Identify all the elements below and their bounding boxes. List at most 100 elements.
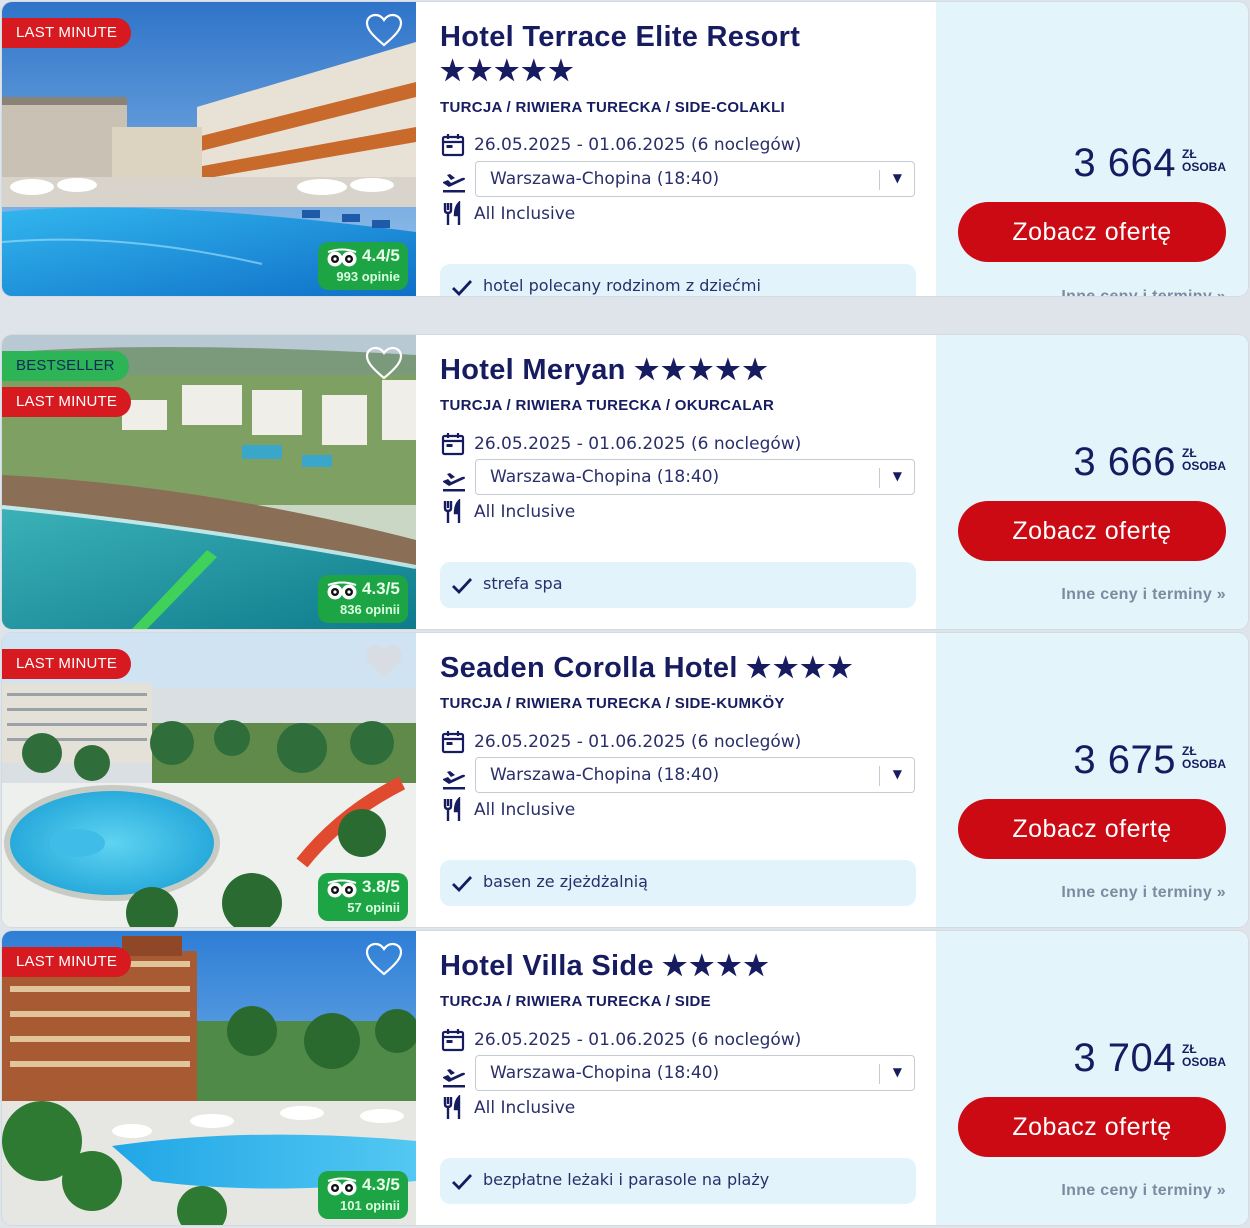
hotel-name[interactable]: Hotel Terrace Elite Resort ★★★★★ xyxy=(440,20,910,88)
cutlery-icon xyxy=(443,201,461,225)
board-type: All Inclusive xyxy=(474,502,576,522)
departure-select[interactable]: Warszawa-Chopina (18:40) ▼ xyxy=(475,459,915,495)
see-offer-button[interactable]: Zobacz ofertę xyxy=(958,799,1226,859)
heart-icon[interactable] xyxy=(364,12,404,48)
tripadvisor-owl-icon xyxy=(327,879,357,898)
hotel-stars: ★★★★★ xyxy=(634,354,770,385)
tripadvisor-owl-icon xyxy=(327,581,357,600)
rating-score: 4.3/5 xyxy=(362,579,400,598)
heart-icon[interactable] xyxy=(364,941,404,977)
hotel-photo[interactable]: LAST MINUTE 4.4/5 993 opinie xyxy=(2,2,416,296)
offer-details: Hotel Meryan ★★★★★ TURCJA / RIWIERA TURE… xyxy=(416,335,936,629)
offer-card[interactable]: LAST MINUTE 3.8/5 57 opinii Seaden Corol… xyxy=(2,633,1248,927)
price-value: 3 675 xyxy=(1073,738,1176,782)
tripadvisor-rating: 4.3/5 836 opinii xyxy=(318,575,408,623)
tripadvisor-owl-icon xyxy=(327,1177,357,1196)
departure-value: Warszawa-Chopina (18:40) xyxy=(490,467,720,487)
other-prices-link[interactable]: Inne ceny i terminy » xyxy=(1061,288,1226,296)
feature-text: strefa spa xyxy=(483,574,563,593)
rating-score: 4.3/5 xyxy=(362,1175,400,1194)
currency-label: ZŁ xyxy=(1181,147,1197,161)
dropdown-arrow-icon[interactable]: ▼ xyxy=(893,469,902,483)
hotel-location: TURCJA / RIWIERA TURECKA / SIDE-COLAKLI xyxy=(440,99,786,116)
price-panel: 3 666 ZŁ OSOBA Zobacz ofertę Inne ceny i … xyxy=(936,335,1248,629)
offer-card[interactable]: BESTSELLER LAST MINUTE 4.3/5 836 opinii … xyxy=(2,335,1248,629)
per-person-label: OSOBA xyxy=(1181,160,1226,174)
feature-text: hotel polecany rodzinom z dziećmi xyxy=(483,276,761,295)
plane-departure-icon xyxy=(443,1069,466,1088)
departure-select[interactable]: Warszawa-Chopina (18:40) ▼ xyxy=(475,1055,915,1091)
hotel-photo[interactable]: BESTSELLER LAST MINUTE 4.3/5 836 opinii xyxy=(2,335,416,629)
departure-select[interactable]: Warszawa-Chopina (18:40) ▼ xyxy=(475,757,915,793)
dropdown-arrow-icon[interactable]: ▼ xyxy=(893,767,902,781)
badge-last-minute: LAST MINUTE xyxy=(2,18,132,48)
hotel-photo[interactable]: LAST MINUTE 3.8/5 57 opinii xyxy=(2,633,416,927)
tripadvisor-rating: 4.4/5 993 opinie xyxy=(318,242,408,290)
price-panel: 3 664 ZŁOSOBA Zobacz ofertę Inne ceny i … xyxy=(936,2,1248,296)
rating-count: 836 opinii xyxy=(340,602,400,617)
see-offer-button[interactable]: Zobacz ofertę xyxy=(958,1097,1226,1157)
hotel-location: TURCJA / RIWIERA TURECKA / SIDE xyxy=(440,993,711,1010)
per-person-label: OSOBA xyxy=(1181,1055,1226,1069)
dates-row: 26.05.2025 - 01.06.2025 (6 noclegów) xyxy=(440,728,801,756)
price-panel: 3 704 ZŁ OSOBA Zobacz ofertę Inne ceny i … xyxy=(936,931,1248,1225)
hotel-photo[interactable]: LAST MINUTE 4.3/5 101 opinii xyxy=(2,931,416,1225)
hotel-name-text: Seaden Corolla Hotel xyxy=(440,652,738,684)
hotel-stars: ★★★★ xyxy=(746,652,855,683)
departure-value: Warszawa-Chopina (18:40) xyxy=(490,1063,720,1083)
dates-row: 26.05.2025 - 01.06.2025 (6 noclegów) xyxy=(440,1026,801,1054)
travel-dates: 26.05.2025 - 01.06.2025 (6 noclegów) xyxy=(474,1030,802,1050)
price-amount: 3 664 ZŁ OSOBA xyxy=(1073,142,1226,184)
hotel-name-text: Hotel Terrace Elite Resort xyxy=(440,21,801,53)
heart-icon[interactable] xyxy=(364,643,404,679)
feature-highlight: bezpłatne leżaki i parasole na plaży xyxy=(440,1158,916,1204)
select-divider xyxy=(879,1064,880,1084)
dropdown-arrow-icon[interactable]: ▼ xyxy=(893,171,902,185)
price-unit: ZŁ OSOBA xyxy=(1182,148,1226,174)
dates-row: 26.05.2025 - 01.06.2025 (6 noclegów) xyxy=(440,131,801,159)
departure-select[interactable]: Warszawa-Chopina (18:40) ▼ xyxy=(475,161,915,197)
board-type: All Inclusive xyxy=(474,800,576,820)
plane-departure-icon xyxy=(443,473,466,492)
see-offer-button[interactable]: Zobacz ofertę xyxy=(958,202,1226,262)
hotel-name[interactable]: Seaden Corolla Hotel ★★★★ xyxy=(440,651,910,685)
price-unit: ZŁ OSOBA xyxy=(1182,447,1226,473)
other-prices-link[interactable]: Inne ceny i terminy » xyxy=(1061,586,1226,604)
feature-highlight: strefa spa xyxy=(440,562,916,608)
checkmark-icon xyxy=(452,1174,473,1191)
currency-label: ZŁ xyxy=(1181,446,1197,460)
cutlery-icon xyxy=(443,797,461,821)
cutlery-icon xyxy=(443,499,461,523)
see-offer-button[interactable]: Zobacz ofertę xyxy=(958,501,1226,561)
hotel-name-text: Hotel Meryan xyxy=(440,354,626,386)
board-row: All Inclusive xyxy=(440,796,575,824)
dates-row: 26.05.2025 - 01.06.2025 (6 noclegów) xyxy=(440,430,801,458)
price-value: 3 664 xyxy=(1073,141,1176,185)
rating-score: 3.8/5 xyxy=(362,877,400,896)
price-unit: ZŁ OSOBA xyxy=(1182,745,1226,771)
dropdown-arrow-icon[interactable]: ▼ xyxy=(893,1065,902,1079)
price-amount: 3 666 ZŁ OSOBA xyxy=(1073,441,1226,483)
tripadvisor-rating: 3.8/5 57 opinii xyxy=(318,873,408,921)
tripadvisor-rating: 4.3/5 101 opinii xyxy=(318,1171,408,1219)
travel-dates: 26.05.2025 - 01.06.2025 (6 noclegów) xyxy=(474,434,802,454)
departure-value: Warszawa-Chopina (18:40) xyxy=(490,169,720,189)
offer-card[interactable]: LAST MINUTE 4.4/5 993 opinie Hotel Terra… xyxy=(2,2,1248,296)
offer-details: Hotel Villa Side ★★★★ TURCJA / RIWIERA T… xyxy=(416,931,936,1225)
price-unit: ZŁ OSOBA xyxy=(1182,1043,1226,1069)
offer-list: LAST MINUTE 4.4/5 993 opinie Hotel Terra… xyxy=(0,0,1250,1228)
hotel-name-text: Hotel Villa Side xyxy=(440,950,654,982)
offer-details: Seaden Corolla Hotel ★★★★ TURCJA / RIWIE… xyxy=(416,633,936,927)
offer-card[interactable]: LAST MINUTE 4.3/5 101 opinii Hotel Villa… xyxy=(2,931,1248,1225)
plane-departure-icon xyxy=(443,174,466,193)
departure-value: Warszawa-Chopina (18:40) xyxy=(490,765,720,785)
heart-icon[interactable] xyxy=(364,345,404,381)
price-value: 3 704 xyxy=(1073,1036,1176,1080)
hotel-stars: ★★★★★ xyxy=(440,55,576,86)
other-prices-link[interactable]: Inne ceny i terminy » xyxy=(1061,1182,1226,1200)
badge-last-minute: LAST MINUTE xyxy=(2,649,132,679)
hotel-name[interactable]: Hotel Meryan ★★★★★ xyxy=(440,353,910,387)
hotel-name[interactable]: Hotel Villa Side ★★★★ xyxy=(440,949,910,983)
other-prices-link[interactable]: Inne ceny i terminy » xyxy=(1061,884,1226,902)
checkmark-icon xyxy=(452,280,473,296)
